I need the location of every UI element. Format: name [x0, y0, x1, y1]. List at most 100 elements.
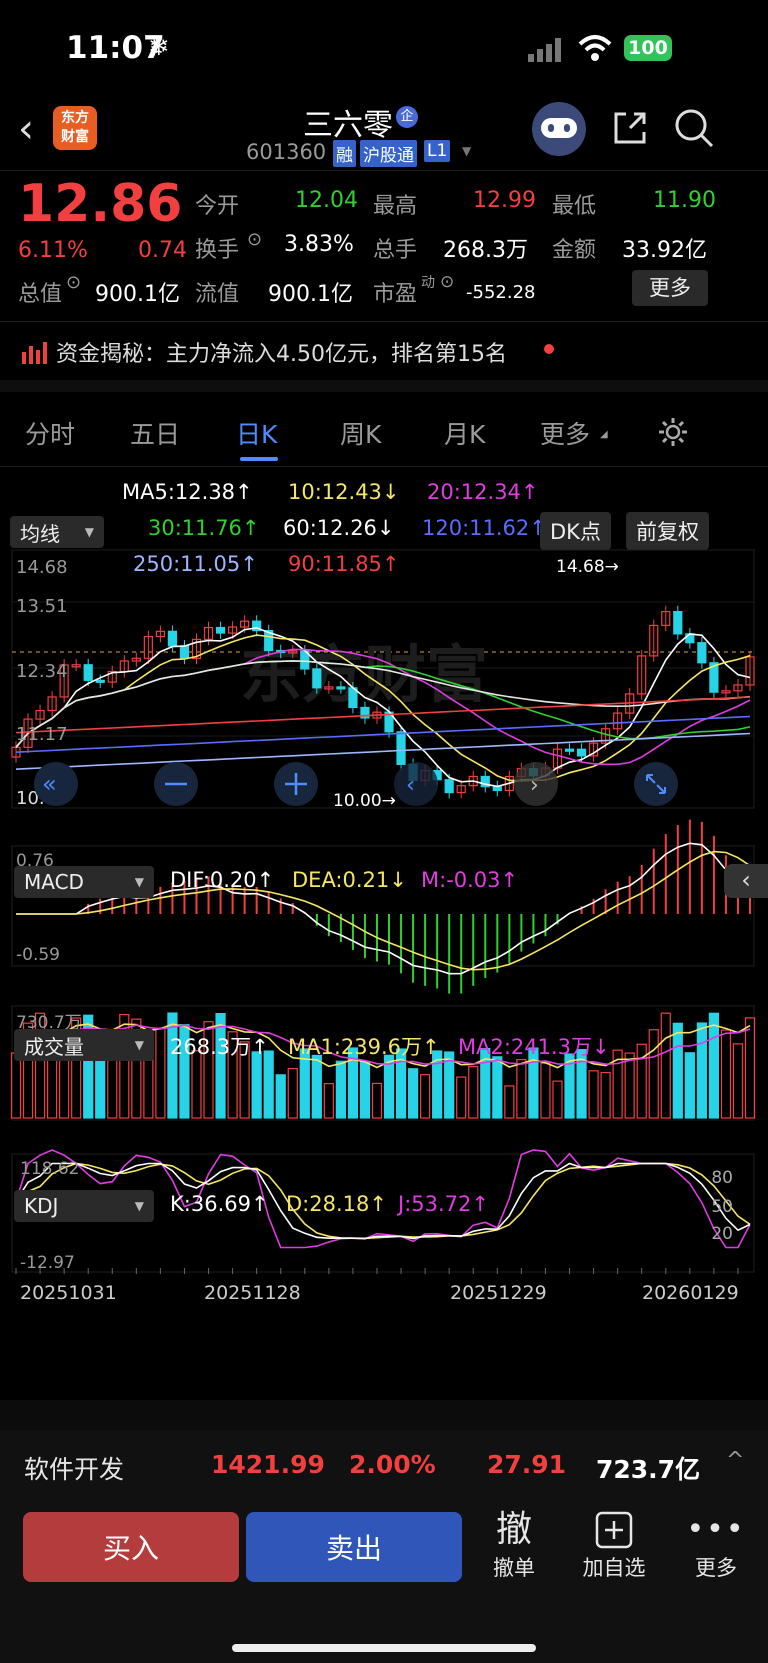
zoom-out-icon[interactable] [154, 762, 198, 806]
fullscreen-icon[interactable] [634, 762, 678, 806]
kline-chart-area[interactable]: 东方财富 14.68 13.51 12.34 11.17 10.00 14.68… [0, 546, 768, 1430]
ma5-label: MA5:12.38↑ [122, 480, 253, 504]
collapse-panel-icon[interactable]: ‹ [724, 864, 768, 898]
battery-level: 100 [628, 37, 668, 59]
volume-bar [552, 1080, 563, 1119]
open-label: 今开 [195, 194, 240, 219]
candle-body [444, 779, 454, 794]
tab-weekly-k[interactable]: 周K [340, 415, 381, 451]
logo-line-1: 东方 [61, 110, 89, 126]
candle-body [697, 642, 707, 664]
mktcap-label: 总值 [18, 282, 63, 307]
more-actions-label: 更多 [695, 1556, 737, 1580]
ma120-label: 120:11.62↑ [422, 516, 547, 540]
alert-dot [544, 344, 554, 354]
date-label-3: 20251229 [450, 1282, 547, 1304]
low-marker: 10.00→ [333, 791, 396, 811]
change-amount: 0.74 [138, 238, 187, 263]
signal-icon [528, 38, 561, 62]
dropdown-arrow-icon: ▼ [134, 1199, 144, 1213]
settings-gear-icon[interactable] [656, 415, 690, 449]
sector-amount: 723.7亿 [596, 1455, 701, 1484]
ma30-label: 30:11.76↑ [148, 516, 260, 540]
volume-bar [335, 1060, 346, 1119]
volume-value-label: 268.3万↑ [170, 1035, 269, 1059]
zoom-in-icon[interactable] [274, 762, 318, 806]
cancel-order-label: 撤单 [493, 1556, 535, 1580]
sell-button[interactable]: 卖出 [246, 1512, 462, 1582]
selector-label: 均线 [20, 521, 60, 546]
mktcap-info-icon[interactable]: ⊙ [66, 272, 81, 293]
divider [0, 321, 768, 322]
volume-bar [588, 1070, 599, 1119]
volume-bar [359, 1060, 371, 1119]
capital-banner[interactable]: 资金揭秘：主力净流入4.50亿元，排名第15名 [0, 332, 768, 372]
j-label: J:53.72↑ [398, 1192, 489, 1216]
indicator-selector-ma[interactable]: 均线 ▼ [10, 516, 104, 548]
high-marker: 14.68→ [556, 557, 619, 577]
sector-ticker[interactable]: 软件开发 1421.99 2.00% 27.91 723.7亿 ^ [0, 1430, 768, 1502]
vol-ma1-label: MA1:239.6万↑ [288, 1035, 440, 1059]
robot-avatar-icon[interactable] [532, 102, 586, 156]
wifi-icon [578, 35, 612, 61]
search-icon[interactable] [672, 106, 716, 150]
scroll-forward-icon[interactable]: › [514, 762, 558, 806]
active-tab-indicator [240, 457, 278, 461]
mktcap-value: 900.1亿 [95, 282, 180, 307]
expand-up-icon[interactable]: ^ [726, 1448, 744, 1473]
sector-price: 1421.99 [211, 1450, 325, 1479]
indicator-selector-kdj[interactable]: KDJ ▼ [14, 1190, 154, 1222]
forward-adjust-button[interactable]: 前复权 [626, 512, 709, 550]
volume-bar [516, 1059, 527, 1119]
volume-bar [420, 1074, 431, 1119]
ma20-label: 20:12.34↑ [427, 480, 539, 504]
watermark: 东方财富 [240, 638, 488, 711]
kdj-top-label: 118.62 [20, 1159, 79, 1179]
cancel-order-button[interactable]: 撤 撤单 [484, 1508, 544, 1582]
expand-arrow-icon[interactable]: ▼ [462, 144, 471, 158]
open-value: 12.04 [295, 188, 358, 213]
info-icon[interactable]: ⊙ [247, 229, 262, 250]
k-label: K:36.69↑ [170, 1192, 269, 1216]
y-label-3: 12.34 [16, 661, 68, 682]
y-label-1: 14.68 [16, 557, 68, 578]
scroll-back-icon[interactable]: ‹ [394, 762, 438, 806]
share-icon[interactable] [610, 108, 650, 148]
eastmoney-logo[interactable]: 东方 财富 [53, 106, 97, 150]
date-label-2: 20251128 [204, 1282, 301, 1304]
app-header: ‹ 东方 财富 三六零 企 601360 融 沪股通 L1 ▼ [0, 100, 768, 180]
vol-ma2-label: MA2:241.3万↓ [458, 1035, 610, 1059]
svg-text:›: › [530, 773, 539, 798]
add-watchlist-button[interactable]: 加自选 [574, 1508, 654, 1582]
back-icon[interactable]: ‹ [18, 106, 34, 152]
svg-text:«: « [42, 770, 57, 798]
sector-pct: 2.00% [349, 1450, 436, 1479]
dk-point-button[interactable]: DK点 [540, 512, 611, 550]
buy-button[interactable]: 买入 [23, 1512, 239, 1582]
volume-bar [371, 1082, 383, 1119]
scroll-left-icon[interactable]: « [34, 762, 78, 806]
y-label-2: 13.51 [16, 596, 68, 617]
volume-bar [311, 1054, 322, 1119]
stock-name: 三六零 [303, 108, 393, 143]
m-label: M:-0.03↑ [421, 868, 519, 892]
indicator-selector-macd[interactable]: MACD ▼ [14, 866, 154, 898]
more-button[interactable]: 更多 [632, 270, 708, 306]
tab-more[interactable]: 更多 [540, 415, 590, 451]
pe-info-icon[interactable]: ⊙ [440, 272, 454, 292]
float-label: 流值 [195, 282, 240, 307]
kdj-80-label: 80 [711, 1168, 733, 1188]
plus-box-icon [595, 1511, 633, 1549]
more-actions-button[interactable]: ••• 更多 [686, 1508, 746, 1582]
pe-label: 市盈 [373, 282, 418, 307]
dropdown-arrow-icon: ▼ [84, 525, 94, 539]
selector-label: 成交量 [24, 1034, 84, 1059]
dif-label: DIF:0.20↑ [170, 868, 275, 892]
indicator-selector-volume[interactable]: 成交量 ▼ [14, 1029, 154, 1061]
tab-monthly-k[interactable]: 月K [444, 415, 485, 451]
tab-intraday[interactable]: 分时 [25, 415, 75, 451]
more-dots-icon: ••• [686, 1512, 746, 1547]
pe-value: -552.28 [466, 282, 536, 303]
tab-daily-k[interactable]: 日K [236, 415, 277, 451]
tab-five-day[interactable]: 五日 [130, 415, 180, 451]
